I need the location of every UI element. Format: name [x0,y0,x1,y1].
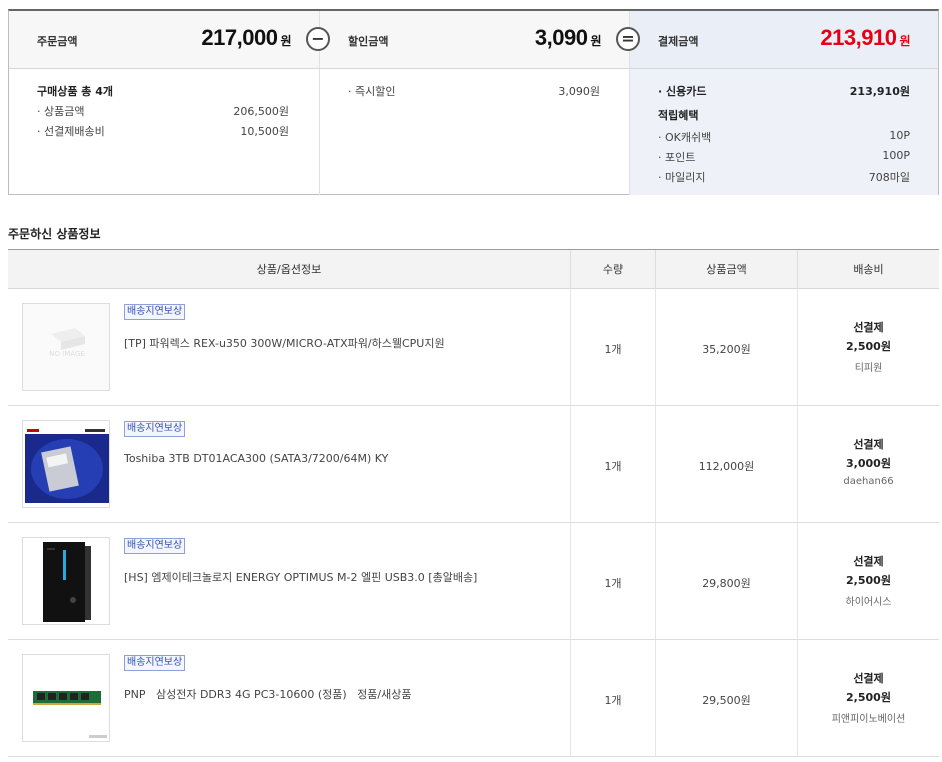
hdd-image-icon [23,421,109,507]
payment-detail: · 신용카드 213,910원 적립혜택 · OK캐쉬백 10P · 포인트 1… [629,69,938,195]
credit-card-label: · 신용카드 [658,85,707,98]
order-detail: 구매상품 총 4개 · 상품금액 206,500원 · 선결제배송비 10,50… [9,69,319,195]
pc-case-image-icon [23,538,109,624]
header-product: 상품/옵션정보 [256,263,322,276]
detail-value: 206,500원 [233,105,289,118]
detail-value: 10,500원 [240,125,289,138]
order-amount-header: 주문금액 217,000 원 [9,11,319,68]
table-row: NO IMAGE 배송지연보상 [TP] 파워렉스 REX-u350 300W/… [8,289,939,406]
shipping-type: 선결제 [853,321,884,334]
discount-amount-header: 할인금액 3,090 원 [319,11,629,68]
seller-name: 티피원 [854,363,883,374]
shipping-type: 선결제 [853,672,884,685]
table-row: 배송지연보상 PNP 삼성전자 DDR3 4G PC3-10600 (정품) 정… [8,640,939,757]
quantity: 1개 [604,343,622,356]
detail-label: · 상품금액 [37,105,85,118]
delivery-compensation-badge: 배송지연보상 [124,538,186,554]
section-title: 주문하신 상품정보 [8,227,101,241]
discount-amount-label: 할인금액 [348,35,389,48]
quantity: 1개 [604,694,622,707]
header-qty: 수량 [570,250,655,289]
order-amount-label: 주문금액 [37,35,78,48]
shipping-type: 선결제 [853,555,884,568]
shipping-info: 선결제 3,000원 daehan66 [798,436,939,487]
reward-title: 적립혜택 [658,109,699,122]
discount-detail: · 즉시할인 3,090원 [319,69,629,195]
quantity: 1개 [604,460,622,473]
order-count-title: 구매상품 총 4개 [37,85,114,98]
summary-detail: 구매상품 총 4개 · 상품금액 206,500원 · 선결제배송비 10,50… [9,69,938,195]
credit-card-value: 213,910원 [849,85,910,98]
delivery-compensation-badge: 배송지연보상 [124,421,186,437]
quantity: 1개 [604,577,622,590]
seller-name: daehan66 [843,476,894,487]
order-items-table: 상품/옵션정보 수량 상품금액 배송비 NO IMAGE 배송지연보상 [TP]… [8,249,939,757]
product-name[interactable]: [HS] 엠제이테크놀로지 ENERGY OPTIMUS M-2 엘핀 USB3… [124,569,477,585]
shipping-fee: 2,500원 [846,691,891,704]
detail-label: · 마일리지 [658,171,706,184]
detail-value: 3,090원 [558,85,600,98]
ram-image-icon [23,655,109,741]
table-row: 배송지연보상 [HS] 엠제이테크놀로지 ENERGY OPTIMUS M-2 … [8,523,939,640]
shipping-info: 선결제 2,500원 피앤피이노베이션 [798,670,939,725]
shipping-fee: 3,000원 [846,457,891,470]
svg-text:NO IMAGE: NO IMAGE [49,350,85,358]
product-price: 112,000원 [698,460,755,473]
table-header: 상품/옵션정보 수량 상품금액 배송비 [8,250,939,289]
payment-summary: 주문금액 217,000 원 할인금액 3,090 원 결제금액 213,910 원 … [8,9,939,195]
detail-value: 10P [889,129,910,142]
payment-amount-header: 결제금액 213,910 원 [629,11,938,68]
discount-amount-value: 3,090 원 [534,25,602,50]
detail-value: 100P [882,149,910,162]
delivery-compensation-badge: 배송지연보상 [124,655,186,671]
shipping-fee: 2,500원 [846,340,891,353]
equal-icon: = [616,27,640,51]
shipping-info: 선결제 2,500원 하이어시스 [798,553,939,608]
product-price: 29,800원 [702,577,751,590]
product-name[interactable]: Toshiba 3TB DT01ACA300 (SATA3/7200/64M) … [124,452,388,465]
summary-header: 주문금액 217,000 원 할인금액 3,090 원 결제금액 213,910 원 [9,11,938,69]
product-price: 35,200원 [702,343,751,356]
detail-label: · OK캐쉬백 [658,131,712,144]
order-amount-value: 217,000 원 [201,25,291,50]
detail-value: 708마일 [868,171,910,184]
header-shipping: 배송비 [797,250,939,289]
delivery-compensation-badge: 배송지연보상 [124,304,186,320]
product-thumbnail[interactable] [22,420,110,508]
product-thumbnail[interactable] [22,537,110,625]
shipping-type: 선결제 [853,438,884,451]
detail-label: · 포인트 [658,151,696,164]
no-image-icon: NO IMAGE [23,304,109,390]
shipping-fee: 2,500원 [846,574,891,587]
product-name[interactable]: [TP] 파워렉스 REX-u350 300W/MICRO-ATX파워/하스웰C… [124,335,445,351]
payment-amount-label: 결제금액 [658,35,699,48]
product-thumbnail[interactable]: NO IMAGE [22,303,110,391]
seller-name: 하이어시스 [845,597,892,608]
product-name[interactable]: PNP 삼성전자 DDR3 4G PC3-10600 (정품) 정품/새상품 [124,686,411,702]
seller-name: 피앤피이노베이션 [831,714,906,725]
detail-label: · 즉시할인 [348,85,396,98]
header-price: 상품금액 [655,250,797,289]
product-thumbnail[interactable] [22,654,110,742]
product-price: 29,500원 [702,694,751,707]
shipping-info: 선결제 2,500원 티피원 [798,319,939,374]
payment-amount-value: 213,910 원 [820,25,910,50]
minus-icon: − [306,27,330,51]
detail-label: · 선결제배송비 [37,125,105,138]
table-row: 배송지연보상 Toshiba 3TB DT01ACA300 (SATA3/720… [8,406,939,523]
